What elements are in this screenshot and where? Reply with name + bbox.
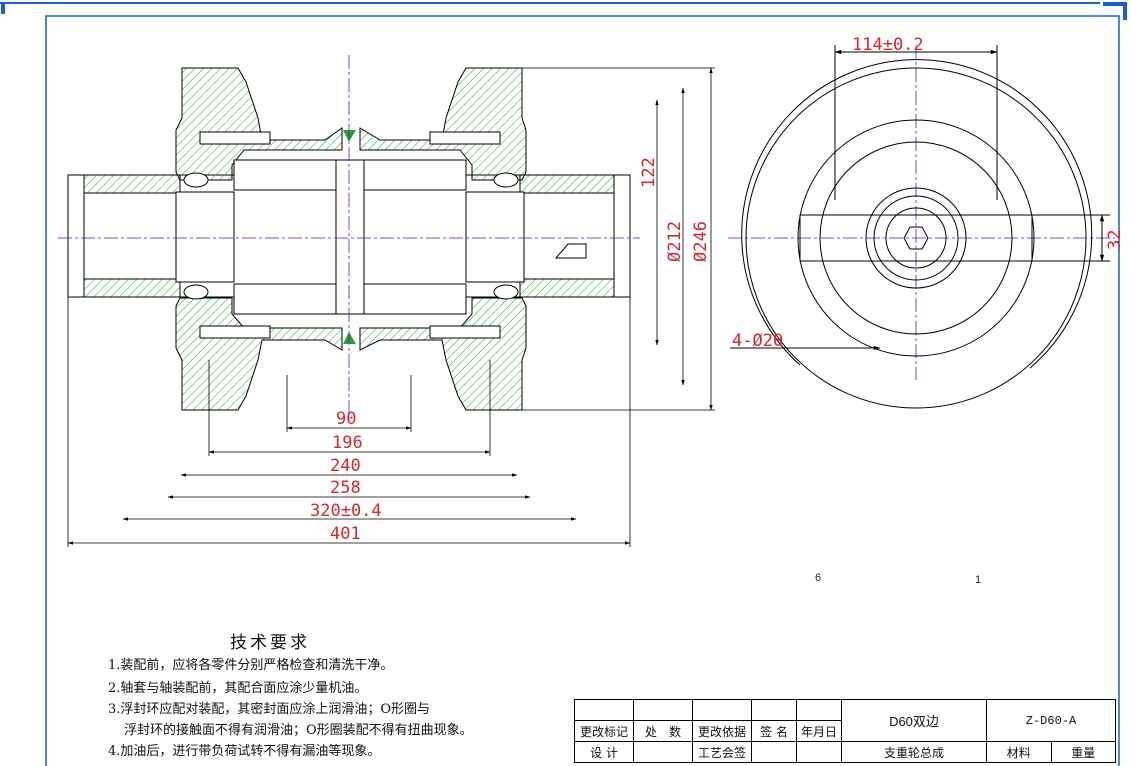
dim-212: Ø212	[665, 221, 685, 262]
roller-body-hatch-lower-left	[175, 297, 343, 411]
sheet-border	[0, 2, 1127, 766]
process-signoff-label: 工艺会签	[692, 741, 752, 763]
header-signature: 签 名	[751, 720, 797, 742]
dim-holes: 4-Ø20	[732, 331, 783, 351]
header-date: 年月日	[796, 720, 842, 742]
bolt-upper-left	[199, 131, 271, 145]
product-model: D60双边	[841, 699, 987, 742]
tech-requirement-2: 2.轴套与轴装配前，其配合面应涂少量机油。	[108, 681, 368, 696]
title-block: D60双边 Z-D60-A 更改标记 处 数 更改依据 签 名 年月日 设 计 …	[574, 699, 1116, 763]
outer-rim-arc	[741, 59, 1093, 369]
tech-requirements-title: 技术要求	[230, 633, 310, 653]
label-6: 6	[815, 572, 821, 584]
designer-label: 设 计	[574, 741, 634, 763]
header-count: 处 数	[633, 720, 693, 742]
dim-320: 320±0.4	[310, 501, 382, 521]
weight-label: 重量	[1050, 741, 1116, 763]
dim-114: 114±0.2	[852, 35, 924, 55]
bolt-upper-right	[429, 131, 501, 145]
header-change-mark: 更改标记	[574, 720, 634, 742]
tech-requirement-4: 4.加油后，进行带负荷试转不得有漏油等现象。	[108, 744, 381, 759]
dim-240: 240	[330, 456, 361, 476]
bushing-right	[465, 191, 525, 283]
dim-246: Ø246	[691, 221, 711, 262]
dim-122: 122	[639, 157, 659, 188]
view-labels: 6 1	[815, 572, 981, 586]
material-label: 材料	[986, 741, 1052, 763]
bolt-lower-right	[429, 325, 501, 339]
label-1: 1	[975, 574, 981, 586]
drawing-number: Z-D60-A	[986, 699, 1116, 742]
tech-requirement-1: 1.装配前，应将各零件分别严格检查和清洗干净。	[108, 658, 394, 673]
product-name: 支重轮总成	[841, 741, 987, 763]
dim-90: 90	[336, 409, 356, 429]
roller-body-hatch-lower-right	[359, 297, 527, 411]
bolt-lower-left	[199, 325, 271, 339]
dim-32: 32	[1105, 230, 1125, 250]
side-view	[730, 45, 1110, 409]
engineering-drawing: 90 196 240 258 320±0.4 401 122 Ø212 Ø246…	[0, 2, 1127, 766]
dim-196: 196	[332, 433, 363, 453]
tech-requirement-3: 3.浮封环应配对装配，其密封面应涂上润滑油；O形圈与	[108, 702, 431, 717]
header-change-basis: 更改依据	[692, 720, 752, 742]
tech-requirement-3b: 浮封环的接触面不得有润滑油；O形圈装配不得有扭曲现象。	[124, 723, 473, 738]
dim-401: 401	[330, 524, 361, 544]
dim-258: 258	[330, 478, 361, 498]
bushing-left	[175, 191, 235, 283]
